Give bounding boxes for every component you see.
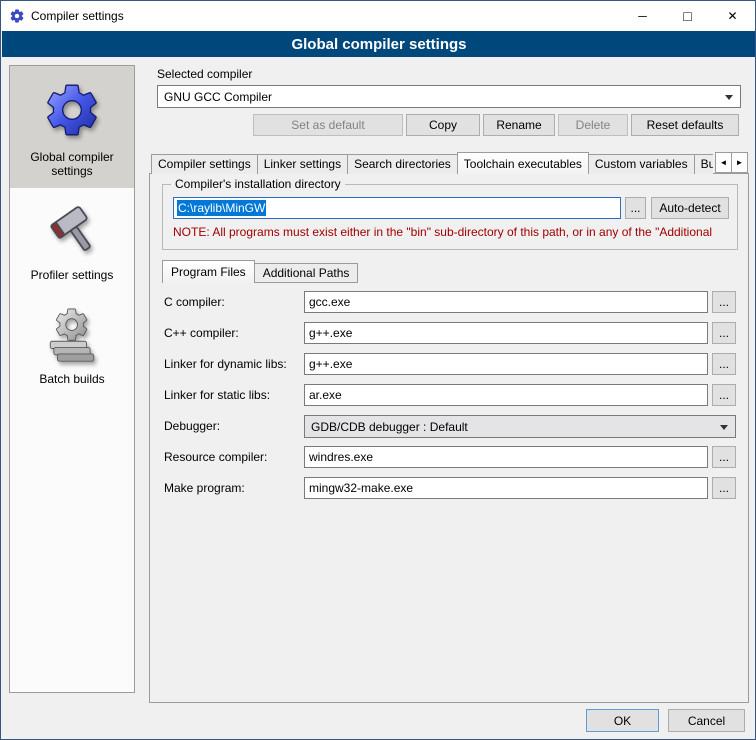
resource-compiler-input[interactable]	[304, 446, 708, 468]
window-title: Compiler settings	[31, 9, 620, 23]
cpp-compiler-browse-button[interactable]: ...	[712, 322, 736, 344]
tab-compiler-settings[interactable]: Compiler settings	[151, 154, 258, 174]
tab-scroll-left-icon[interactable]: ◄	[715, 152, 732, 173]
cpp-compiler-input[interactable]	[304, 322, 708, 344]
linker-static-input[interactable]	[304, 384, 708, 406]
debugger-value: GDB/CDB debugger : Default	[311, 420, 468, 434]
compiler-actions: Set as default Copy Rename Delete Reset …	[253, 114, 739, 136]
field-row-linker-dynamic: Linker for dynamic libs: ...	[150, 353, 748, 375]
program-files-tabs: Program Files Additional Paths	[162, 260, 358, 283]
installation-directory-value: C:\raylib\MinGW	[177, 200, 266, 216]
set-as-default-button[interactable]: Set as default	[253, 114, 403, 136]
blue-gear-icon	[41, 79, 103, 141]
page-title: Global compiler settings	[2, 31, 756, 57]
title-bar: Compiler settings ─ □ ✕	[1, 1, 755, 31]
field-row-c-compiler: C compiler: ...	[150, 291, 748, 313]
linker-dynamic-label: Linker for dynamic libs:	[164, 353, 287, 375]
linker-static-browse-button[interactable]: ...	[712, 384, 736, 406]
c-compiler-input[interactable]	[304, 291, 708, 313]
field-row-debugger: Debugger: GDB/CDB debugger : Default	[150, 415, 748, 437]
debugger-dropdown[interactable]: GDB/CDB debugger : Default	[304, 415, 736, 438]
make-program-browse-button[interactable]: ...	[712, 477, 736, 499]
installation-directory-browse-button[interactable]: ...	[625, 197, 646, 219]
minimize-icon[interactable]: ─	[620, 1, 665, 31]
selected-compiler-label: Selected compiler	[157, 67, 252, 81]
maximize-icon[interactable]: □	[665, 1, 710, 31]
rename-button[interactable]: Rename	[483, 114, 555, 136]
copy-button[interactable]: Copy	[406, 114, 480, 136]
sidebar-item-label: Batch builds	[39, 372, 104, 386]
tab-scroll-buttons: ◄ ►	[715, 152, 748, 173]
c-compiler-browse-button[interactable]: ...	[712, 291, 736, 313]
sidebar-item-profiler-settings[interactable]: Profiler settings	[10, 188, 134, 292]
tab-custom-variables[interactable]: Custom variables	[588, 154, 695, 174]
settings-category-sidebar: Global compiler settings Profiler settin…	[9, 65, 135, 693]
selected-compiler-value: GNU GCC Compiler	[164, 90, 272, 104]
make-program-input[interactable]	[304, 477, 708, 499]
chevron-down-icon	[720, 425, 728, 430]
make-program-label: Make program:	[164, 477, 245, 499]
resource-compiler-browse-button[interactable]: ...	[712, 446, 736, 468]
reset-defaults-button[interactable]: Reset defaults	[631, 114, 739, 136]
field-row-linker-static: Linker for static libs: ...	[150, 384, 748, 406]
gray-gear-stack-icon	[43, 305, 101, 363]
sidebar-item-batch-builds[interactable]: Batch builds	[10, 292, 134, 396]
sidebar-item-label: Global compiler settings	[14, 150, 130, 178]
tab-linker-settings[interactable]: Linker settings	[257, 154, 348, 174]
installation-directory-group: Compiler's installation directory C:\ray…	[162, 184, 738, 250]
bin-subdirectory-note: NOTE: All programs must exist either in …	[173, 225, 733, 239]
auto-detect-button[interactable]: Auto-detect	[651, 197, 729, 219]
close-icon[interactable]: ✕	[710, 1, 755, 31]
compiler-settings-window: Compiler settings ─ □ ✕ Global compiler …	[0, 0, 756, 740]
hammer-icon	[43, 201, 101, 259]
app-icon	[9, 8, 25, 24]
debugger-label: Debugger:	[164, 415, 220, 437]
settings-tabs: Compiler settings Linker settings Search…	[151, 151, 713, 174]
installation-directory-group-title: Compiler's installation directory	[171, 177, 345, 191]
cpp-compiler-label: C++ compiler:	[164, 322, 239, 344]
ok-button[interactable]: OK	[586, 709, 659, 732]
tab-search-directories[interactable]: Search directories	[347, 154, 458, 174]
field-row-make-program: Make program: ...	[150, 477, 748, 499]
tab-scroll-right-icon[interactable]: ►	[731, 152, 748, 173]
cancel-button[interactable]: Cancel	[668, 709, 745, 732]
resource-compiler-label: Resource compiler:	[164, 446, 267, 468]
c-compiler-label: C compiler:	[164, 291, 225, 313]
sidebar-item-global-compiler-settings[interactable]: Global compiler settings	[10, 66, 134, 188]
linker-dynamic-browse-button[interactable]: ...	[712, 353, 736, 375]
selected-compiler-dropdown[interactable]: GNU GCC Compiler	[157, 85, 741, 108]
linker-static-label: Linker for static libs:	[164, 384, 270, 406]
tab-toolchain-executables[interactable]: Toolchain executables	[457, 152, 589, 174]
tab-program-files[interactable]: Program Files	[162, 260, 255, 283]
tab-build-options[interactable]: Build	[694, 154, 713, 174]
sidebar-item-label: Profiler settings	[31, 268, 114, 282]
toolchain-executables-panel: Compiler's installation directory C:\ray…	[149, 173, 749, 703]
field-row-resource-compiler: Resource compiler: ...	[150, 446, 748, 468]
linker-dynamic-input[interactable]	[304, 353, 708, 375]
tab-additional-paths[interactable]: Additional Paths	[254, 263, 359, 283]
chevron-down-icon	[725, 95, 733, 100]
installation-directory-input[interactable]: C:\raylib\MinGW	[173, 197, 621, 219]
field-row-cpp-compiler: C++ compiler: ...	[150, 322, 748, 344]
delete-button[interactable]: Delete	[558, 114, 628, 136]
